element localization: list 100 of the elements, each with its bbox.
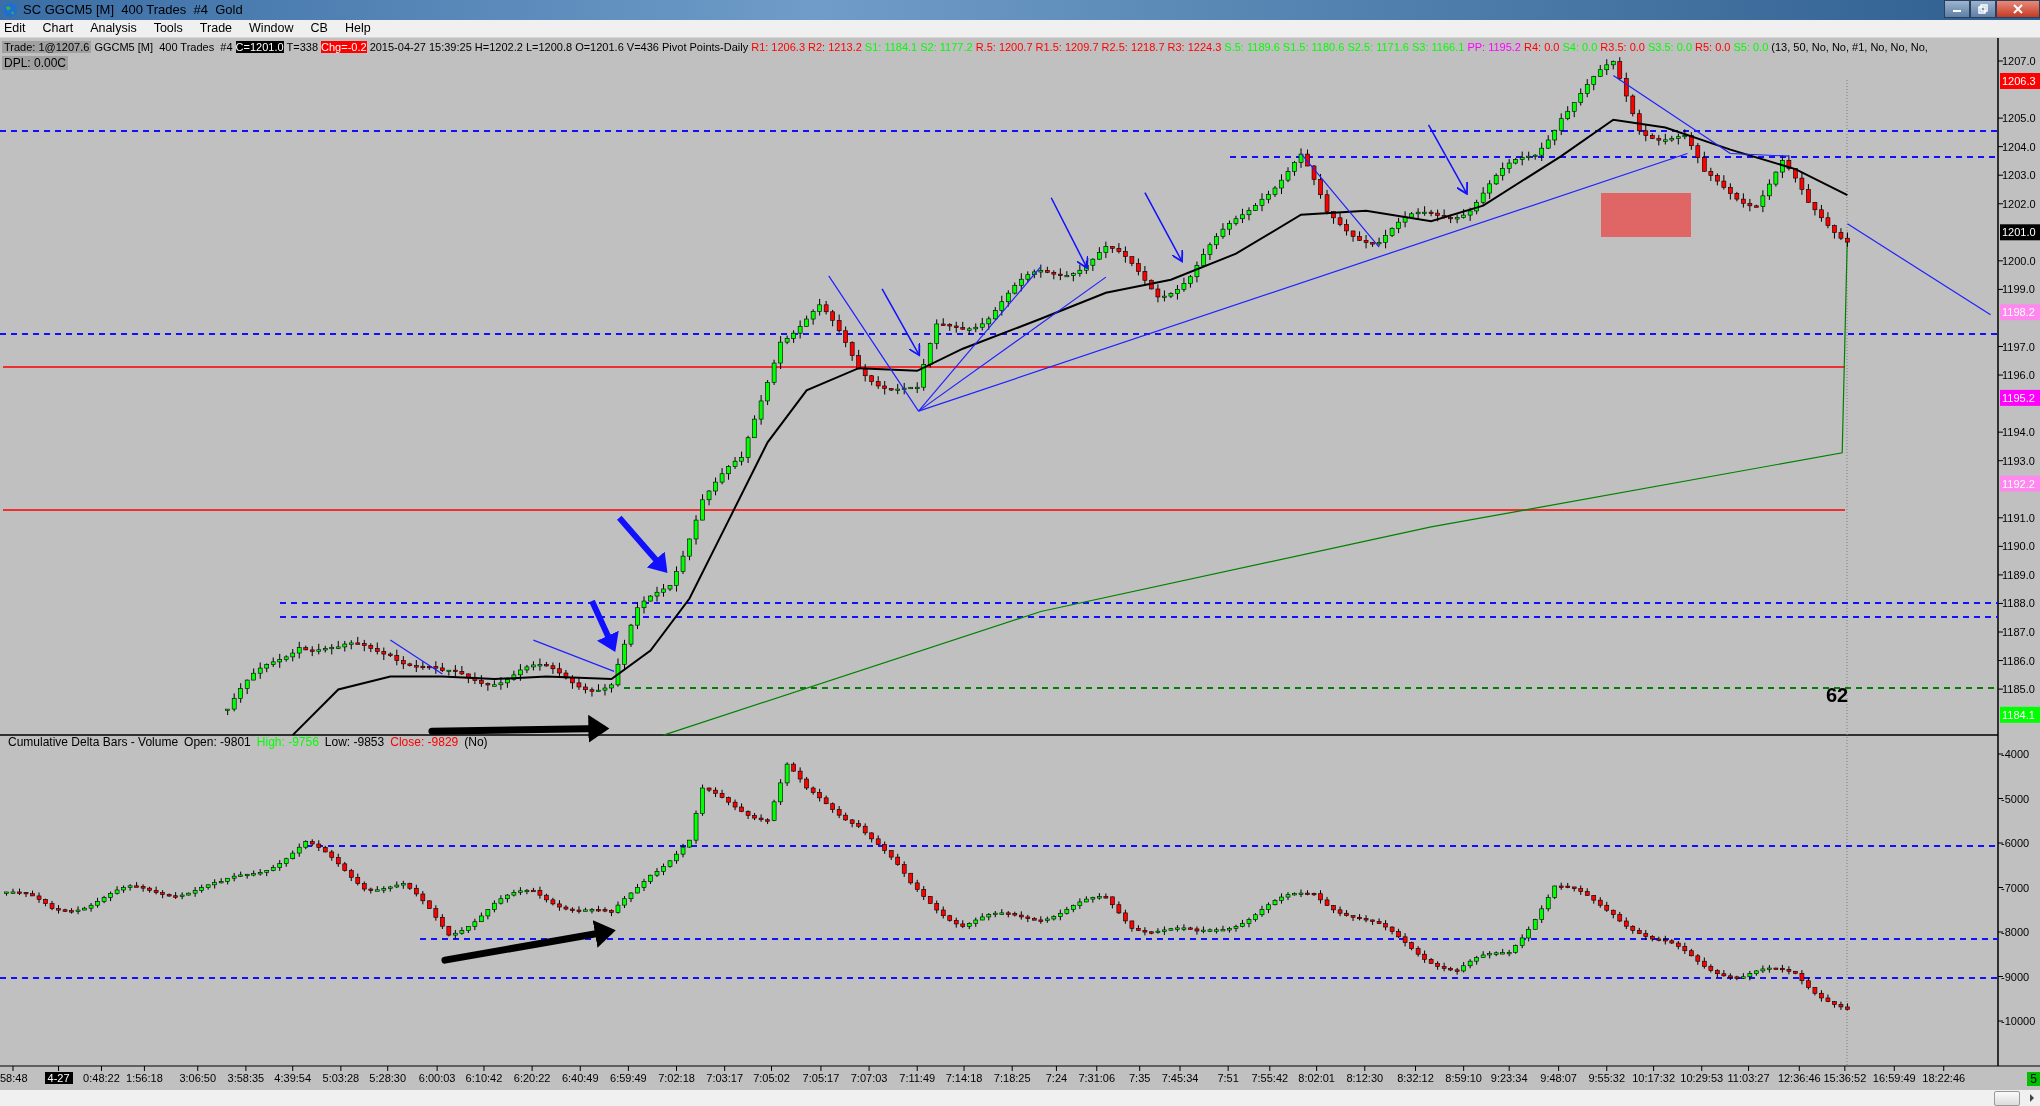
panel-stat: Open: -9801 <box>184 735 251 750</box>
bar-count-label: 62 <box>1826 684 1849 707</box>
time-tick-label: 5:28:30 <box>369 1072 407 1085</box>
time-tick-label: 0:48:22 <box>83 1072 120 1085</box>
panel-stat: (No) <box>464 735 488 750</box>
status-field: R3.5: 0.0 <box>1600 41 1645 54</box>
status-field: T=338 <box>286 41 319 54</box>
menu-item[interactable]: Chart <box>34 21 83 36</box>
status-field: (13, 50, No, No, #1, No, No, No, <box>1771 41 1928 54</box>
price-tick-label: 1204.0 <box>2002 140 2036 153</box>
menu-item[interactable]: Trade <box>191 21 242 36</box>
time-tick-label: 3:58:35 <box>227 1072 265 1085</box>
price-tick-label: 1188.0 <box>2002 597 2035 610</box>
time-tick-label: 6:40:49 <box>561 1072 599 1085</box>
delta-tick-label: -4000 <box>2001 748 2030 761</box>
menu-item[interactable]: Help <box>336 21 380 36</box>
time-tick-label: 12:36:46 <box>1777 1072 1821 1085</box>
time-tick-label: 7:55:42 <box>1251 1072 1289 1085</box>
status-field: S1: 1184.1 <box>864 41 918 54</box>
menu-item[interactable]: Window <box>241 21 303 36</box>
status-field: C=1201.0 <box>235 41 284 54</box>
status-field: GGCM5 [M] 400 Trades #4 <box>94 41 233 54</box>
time-tick-label: 7:24 <box>1045 1072 1068 1085</box>
price-tick-label: 1205.0 <box>2002 112 2036 125</box>
price-tick-label: 1189.0 <box>2002 569 2035 582</box>
panel-title: Cumulative Delta Bars - Volume <box>8 735 179 750</box>
status-field: S3: 1166.1 <box>1411 41 1465 54</box>
time-tick-label: 6:10:42 <box>465 1072 503 1085</box>
delta-tick-label: -8000 <box>2001 926 2030 939</box>
time-tick-label: 15:36:52 <box>1823 1072 1867 1085</box>
time-tick-label: 9:23:34 <box>1490 1072 1528 1085</box>
status-field: R.5: 1200.7 <box>975 41 1033 54</box>
time-tick-label: 7:18:25 <box>993 1072 1031 1085</box>
price-tick-label: 1187.0 <box>2002 626 2035 639</box>
status-field: R1: 1206.3 <box>751 41 805 54</box>
time-tick-label: 18:22:46 <box>1922 1072 1966 1085</box>
time-tick-label: 7:35 <box>1129 1072 1151 1085</box>
panel-stat: High: -9756 <box>256 735 319 750</box>
price-badge: 1184.1 <box>2000 707 2040 724</box>
delta-tick-label: -9000 <box>2001 970 2030 983</box>
menu-item[interactable]: CB <box>302 21 337 36</box>
time-tick-label: 4-27 <box>44 1072 73 1085</box>
time-tick-label: 7:05:02 <box>753 1072 790 1085</box>
time-tick-label: 7:03:17 <box>706 1072 743 1085</box>
status-field: R3: 1224.3 <box>1167 41 1222 54</box>
status-field: R1.5: 1209.7 <box>1035 41 1099 54</box>
status-field: S.5: 1189.6 <box>1224 41 1280 54</box>
status-field: S2.5: 1171.6 <box>1347 41 1409 54</box>
time-tick-label: 9:55:32 <box>1588 1072 1626 1085</box>
delta-tick-label: -7000 <box>2001 881 2030 894</box>
time-tick-label: 1:56:18 <box>126 1072 163 1085</box>
time-tick-label: 6:00:03 <box>418 1072 456 1085</box>
price-tick-label: 1190.0 <box>2002 540 2035 553</box>
time-tick-label: 7:14:18 <box>945 1072 983 1085</box>
delta-tick-label: -5000 <box>2001 792 2030 805</box>
status-field: R4: 0.0 <box>1524 41 1560 54</box>
time-tick-label: 8:32:12 <box>1397 1072 1434 1085</box>
time-tick-label: 10:17:32 <box>1632 1072 1675 1085</box>
price-tick-label: 1186.0 <box>2002 654 2035 667</box>
dpl-label: DPL: 0.00C <box>2 56 69 71</box>
price-tick-label: 1199.0 <box>2002 283 2035 296</box>
status-field: PP: 1195.2 <box>1467 41 1521 54</box>
panel-stat: Close: -9829 <box>390 735 459 750</box>
price-tick-label: 1194.0 <box>2002 426 2035 439</box>
status-field: Chg=-0.2 <box>321 41 367 54</box>
time-tick-label: 8:02:01 <box>1298 1072 1335 1085</box>
delta-tick-label: -10000 <box>2001 1015 2036 1028</box>
price-badge: 1195.2 <box>2000 390 2040 407</box>
price-tick-label: 1203.0 <box>2002 169 2036 182</box>
menu-item[interactable]: Analysis <box>82 21 146 36</box>
window-title: SC GGCM5 [M] 400 Trades #4 Gold <box>23 2 243 18</box>
status-field: R5: 0.0 <box>1695 41 1731 54</box>
price-tick-label: 1191.0 <box>2002 512 2035 525</box>
time-tick-label: 6:20:22 <box>513 1072 551 1085</box>
price-tick-label: 1196.0 <box>2002 369 2035 382</box>
panel-stat: Low: -9853 <box>324 735 385 750</box>
menu-item[interactable]: Edit <box>0 21 35 36</box>
corner-badge: 5 <box>2027 1072 2040 1087</box>
price-badge: 1201.0 <box>2000 224 2040 241</box>
status-field: R2: 1213.2 <box>808 41 862 54</box>
status-field: Trade: 1@1207.6 <box>2 41 92 54</box>
time-tick-label: 4:39:54 <box>274 1072 312 1085</box>
price-tick-label: 1197.0 <box>2002 340 2035 353</box>
price-tick-label: 1202.0 <box>2002 198 2036 211</box>
time-tick-label: 9:48:07 <box>1540 1072 1577 1085</box>
menu-item[interactable]: Tools <box>145 21 192 36</box>
time-tick-label: 58:48 <box>0 1072 28 1085</box>
time-tick-label: 7:02:18 <box>658 1072 695 1085</box>
time-tick-label: 7:51 <box>1217 1072 1239 1085</box>
price-tick-label: 1185.0 <box>2002 683 2035 696</box>
status-field: S4: 0.0 <box>1562 41 1598 54</box>
time-tick-label: 7:05:17 <box>802 1072 840 1085</box>
time-tick-label: 5:03:28 <box>322 1072 360 1085</box>
price-badge: 1198.2 <box>2000 304 2040 321</box>
status-field: R2.5: 1218.7 <box>1101 41 1165 54</box>
price-tick-label: 1200.0 <box>2002 255 2036 268</box>
time-tick-label: 7:31:06 <box>1078 1072 1116 1085</box>
time-tick-label: 10:29:53 <box>1680 1072 1724 1085</box>
time-tick-label: 11:03:27 <box>1727 1072 1770 1085</box>
price-badge: 1206.3 <box>2000 73 2040 90</box>
